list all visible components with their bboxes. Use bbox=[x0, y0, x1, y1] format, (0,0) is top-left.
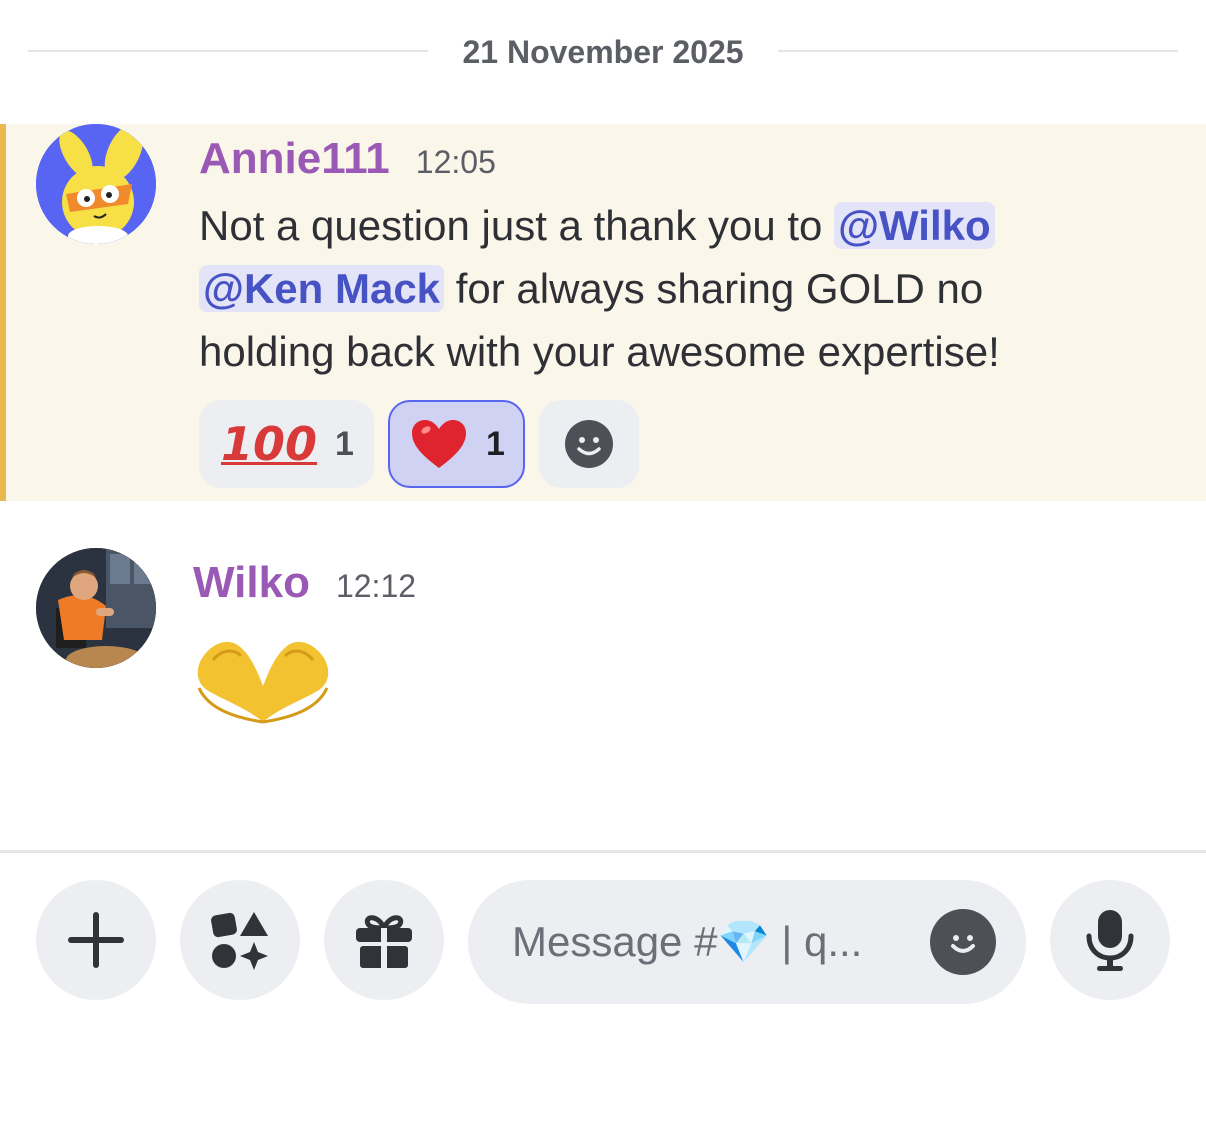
reaction-count: 1 bbox=[485, 424, 505, 463]
add-reaction-icon bbox=[563, 418, 615, 470]
avatar[interactable] bbox=[36, 124, 156, 244]
divider-line bbox=[28, 50, 428, 52]
message-input-placeholder: Message #💎 | q... bbox=[512, 917, 863, 965]
message-header: Wilko 12:12 bbox=[193, 558, 416, 608]
heart-hands-icon bbox=[193, 630, 333, 730]
gift-icon bbox=[356, 915, 412, 968]
date-divider: 21 November 2025 bbox=[28, 28, 1178, 74]
reactions-bar: 100 1 1 bbox=[199, 400, 639, 488]
timestamp: 12:12 bbox=[335, 568, 417, 604]
red-heart-icon bbox=[410, 418, 468, 470]
message-input[interactable]: Message #💎 | q... bbox=[468, 880, 1026, 1004]
username[interactable]: Wilko bbox=[193, 558, 310, 608]
username[interactable]: Annie111 bbox=[199, 134, 390, 184]
chat-view: 21 November 2025 Annie111 12:05 Not a qu… bbox=[0, 0, 1206, 1130]
message-composer: Message #💎 | q... bbox=[0, 880, 1206, 1004]
message-header: Annie111 12:05 bbox=[199, 134, 496, 184]
emoji-icon bbox=[951, 935, 975, 953]
message-text: Not a question just a thank you to @Wilk… bbox=[199, 194, 1099, 383]
avatar[interactable] bbox=[36, 548, 156, 668]
reaction-100[interactable]: 100 1 bbox=[199, 400, 374, 488]
plus-icon bbox=[68, 912, 124, 968]
add-attachment-button[interactable] bbox=[36, 880, 156, 1000]
date-label: 21 November 2025 bbox=[462, 34, 744, 70]
message-annie[interactable]: Annie111 12:05 Not a question just a tha… bbox=[0, 124, 1206, 501]
reaction-heart[interactable]: 1 bbox=[387, 400, 525, 488]
voice-message-button[interactable] bbox=[1050, 880, 1170, 1000]
timestamp: 12:05 bbox=[415, 144, 496, 180]
hundred-points-icon: 100 bbox=[221, 417, 318, 471]
mention-ken-mack[interactable]: @Ken Mack bbox=[199, 265, 445, 312]
reaction-count: 1 bbox=[335, 424, 354, 463]
emoji-picker-button[interactable] bbox=[930, 909, 996, 975]
composer-divider bbox=[0, 850, 1206, 853]
apps-icon bbox=[211, 912, 268, 970]
divider-line bbox=[778, 50, 1178, 52]
add-reaction-button[interactable] bbox=[538, 400, 639, 488]
microphone-icon bbox=[1086, 910, 1134, 971]
message-text-part: Not a question just a thank you to bbox=[199, 202, 835, 249]
gift-button[interactable] bbox=[324, 880, 444, 1000]
mention-wilko[interactable]: @Wilko bbox=[834, 202, 995, 249]
apps-button[interactable] bbox=[180, 880, 300, 1000]
message-wilko[interactable]: Wilko 12:12 bbox=[0, 530, 1206, 760]
